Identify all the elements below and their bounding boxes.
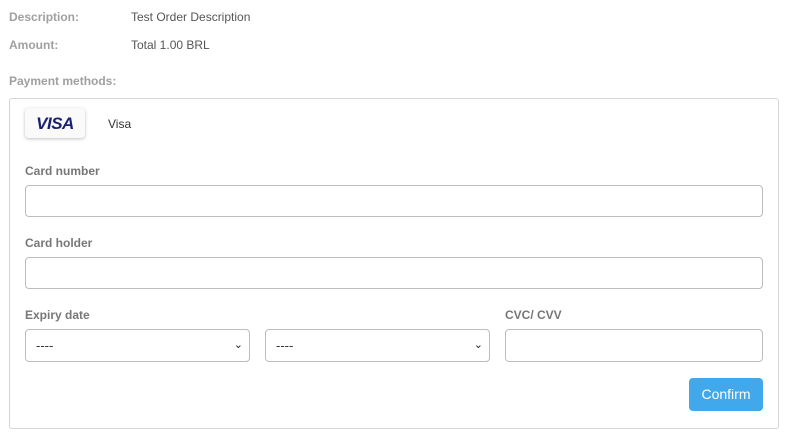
- expiry-month-select[interactable]: ---- ⌄: [25, 329, 250, 362]
- chevron-down-icon: ⌄: [473, 339, 483, 351]
- expiry-year-value: ----: [276, 338, 294, 353]
- amount-value: Total 1.00 BRL: [131, 38, 210, 52]
- payment-method-name: Visa: [108, 117, 132, 131]
- description-value: Test Order Description: [131, 10, 251, 24]
- card-holder-label: Card holder: [25, 236, 93, 250]
- expiry-date-label: Expiry date: [25, 308, 90, 322]
- expiry-month-value: ----: [36, 338, 54, 353]
- payment-methods-title: Payment methods:: [9, 74, 117, 88]
- card-number-label: Card number: [25, 164, 100, 178]
- description-label: Description:: [9, 10, 80, 24]
- chevron-down-icon: ⌄: [233, 339, 243, 351]
- visa-logo[interactable]: VISA: [25, 108, 85, 138]
- confirm-button[interactable]: Confirm: [689, 378, 763, 411]
- expiry-year-select[interactable]: ---- ⌄: [265, 329, 490, 362]
- card-holder-input[interactable]: [25, 257, 763, 289]
- cvc-label: CVC/ CVV: [505, 308, 562, 322]
- amount-label: Amount:: [9, 38, 59, 52]
- card-number-input[interactable]: [25, 185, 763, 217]
- cvc-input[interactable]: [505, 329, 763, 362]
